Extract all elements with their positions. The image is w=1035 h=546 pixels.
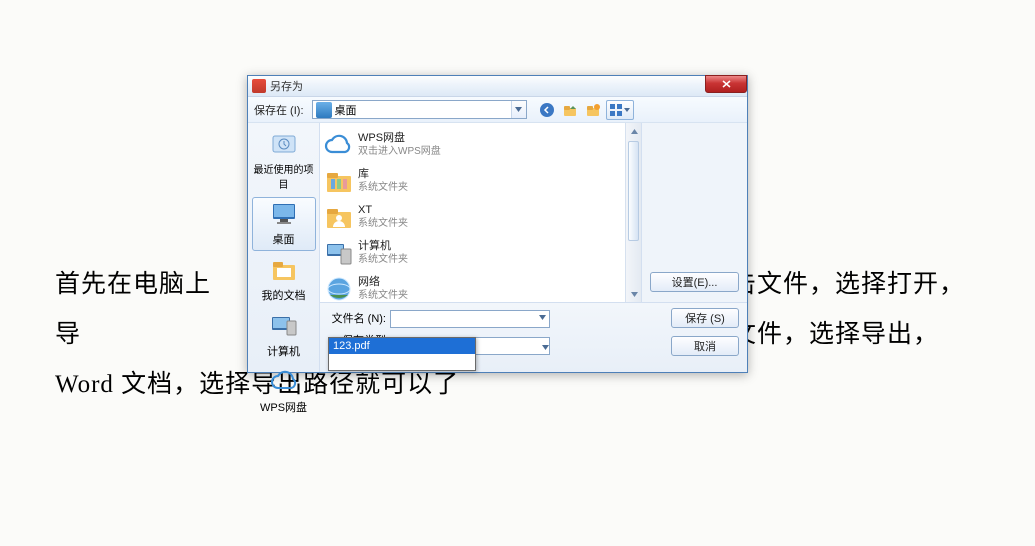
scroll-down-icon[interactable] [626, 286, 642, 302]
file-sub: 系统文件夹 [358, 253, 408, 267]
chevron-down-icon[interactable] [511, 101, 526, 118]
save-in-label: 保存在 (I): [254, 102, 304, 118]
library-icon [324, 166, 354, 196]
network-icon [324, 274, 354, 302]
sidebar-item-wpscloud[interactable]: WPS网盘 [252, 365, 316, 419]
scroll-up-icon[interactable] [626, 123, 642, 139]
new-folder-button[interactable] [583, 100, 603, 120]
filename-dropdown[interactable]: 123.pdf [328, 337, 476, 371]
save-button[interactable]: 保存 (S) [671, 308, 739, 328]
save-as-dialog: 另存为 保存在 (I): 桌面 [247, 75, 748, 373]
up-button[interactable] [560, 100, 580, 120]
sidebar-item-label: 最近使用的项目 [253, 161, 315, 191]
desktop-icon [269, 201, 299, 227]
dialog-title: 另存为 [270, 78, 303, 94]
dropdown-spacer [329, 354, 475, 370]
cloud-icon [269, 369, 299, 395]
location-combo[interactable]: 桌面 [312, 100, 527, 119]
sidebar-item-label: WPS网盘 [253, 399, 315, 415]
sidebar-item-documents[interactable]: 我的文档 [252, 253, 316, 307]
file-sub: 系统文件夹 [358, 289, 408, 302]
chevron-down-icon[interactable] [542, 337, 549, 355]
sidebar-item-label: 我的文档 [253, 287, 315, 303]
computer-icon [324, 238, 354, 268]
views-button[interactable] [606, 100, 634, 120]
settings-button[interactable]: 设置(E)... [650, 272, 739, 292]
places-sidebar: 最近使用的项目 桌面 我的文档 计算机 WPS网盘 [248, 123, 320, 372]
cloud-icon [324, 130, 354, 160]
filename-input[interactable] [390, 310, 550, 328]
sidebar-item-label: 桌面 [253, 231, 315, 247]
user-folder-icon [324, 202, 354, 232]
side-panel: 设置(E)... [641, 123, 747, 302]
scrollbar[interactable] [625, 123, 641, 302]
list-item[interactable]: 库系统文件夹 [324, 163, 593, 199]
sidebar-item-recent[interactable]: 最近使用的项目 [252, 127, 316, 195]
recent-icon [269, 131, 299, 157]
sidebar-item-computer[interactable]: 计算机 [252, 309, 316, 363]
cancel-button[interactable]: 取消 [671, 336, 739, 356]
close-button[interactable] [705, 75, 747, 93]
documents-icon [269, 257, 299, 283]
list-item[interactable]: WPS网盘双击进入WPS网盘 [324, 127, 593, 163]
file-sub: 系统文件夹 [358, 181, 408, 195]
titlebar[interactable]: 另存为 [248, 76, 747, 97]
file-name: 网络 [358, 275, 408, 289]
sidebar-item-desktop[interactable]: 桌面 [252, 197, 316, 251]
desktop-icon [316, 102, 332, 118]
list-item[interactable]: 网络系统文件夹 [324, 271, 593, 302]
file-name: WPS网盘 [358, 131, 441, 145]
sidebar-item-label: 计算机 [253, 343, 315, 359]
file-name: XT [358, 203, 408, 217]
file-name: 计算机 [358, 239, 408, 253]
list-item[interactable]: 计算机系统文件夹 [324, 235, 593, 271]
file-sub: 双击进入WPS网盘 [358, 145, 441, 159]
scroll-thumb[interactable] [628, 141, 639, 241]
chevron-down-icon[interactable] [535, 310, 549, 326]
dropdown-item[interactable]: 123.pdf [329, 338, 475, 354]
location-text: 桌面 [335, 102, 511, 118]
computer-icon [269, 313, 299, 339]
close-icon [722, 80, 731, 88]
chevron-down-icon [624, 108, 630, 112]
toolbar: 保存在 (I): 桌面 [248, 97, 747, 123]
back-button[interactable] [537, 100, 557, 120]
file-sub: 系统文件夹 [358, 217, 408, 231]
file-name: 库 [358, 167, 408, 181]
app-icon [252, 79, 266, 93]
file-list[interactable]: WPS网盘双击进入WPS网盘 库系统文件夹 XT系统文件夹 计算机系统文件夹 [320, 123, 593, 302]
filename-label: 文件名 (N): [328, 310, 386, 326]
list-item[interactable]: XT系统文件夹 [324, 199, 593, 235]
